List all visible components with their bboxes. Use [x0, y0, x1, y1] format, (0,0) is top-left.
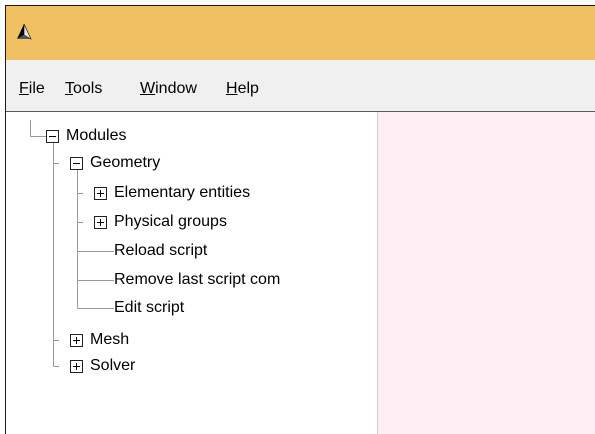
expand-toggle-icon[interactable] — [94, 216, 107, 229]
collapse-toggle-icon[interactable] — [70, 157, 83, 170]
menu-help-label: elp — [237, 80, 259, 97]
gmsh-logo-icon — [17, 23, 32, 40]
expand-toggle-icon[interactable] — [70, 334, 83, 347]
menu-window-label: indow — [155, 80, 197, 97]
tree-node-label: Physical groups — [114, 213, 227, 230]
menu-file[interactable]: File — [19, 80, 45, 98]
app-window: File Tools Window Help Modules Geometry … — [5, 5, 595, 434]
title-bar[interactable] — [6, 6, 595, 60]
menu-file-label: ile — [28, 80, 45, 97]
tree-node-label: Reload script — [114, 242, 208, 259]
menu-help[interactable]: Help — [226, 80, 259, 98]
tree-node-label: Modules — [66, 127, 127, 144]
tree-node-label: Solver — [90, 357, 136, 374]
module-tree[interactable]: Modules Geometry Elementary entities Phy… — [6, 112, 378, 434]
menu-window[interactable]: Window — [140, 80, 197, 98]
menu-window-mnemonic: W — [140, 80, 156, 97]
expand-toggle-icon[interactable] — [94, 187, 107, 200]
menu-tools[interactable]: Tools — [65, 80, 102, 98]
menu-file-mnemonic: F — [19, 80, 29, 97]
menu-help-mnemonic: H — [226, 80, 238, 97]
collapse-toggle-icon[interactable] — [46, 130, 59, 143]
tree-node-label: Elementary entities — [114, 184, 251, 201]
menu-bar: File Tools Window Help — [6, 60, 595, 112]
tree-node-label: Remove last script com — [114, 271, 281, 288]
tree-node-label: Edit script — [114, 299, 185, 316]
tree-node-label: Geometry — [90, 154, 161, 171]
tree-node-label: Mesh — [90, 331, 130, 348]
expand-toggle-icon[interactable] — [70, 360, 83, 373]
menu-tools-label: ools — [73, 80, 103, 97]
menu-tools-mnemonic: T — [65, 80, 73, 97]
graphics-viewport[interactable] — [378, 112, 595, 434]
